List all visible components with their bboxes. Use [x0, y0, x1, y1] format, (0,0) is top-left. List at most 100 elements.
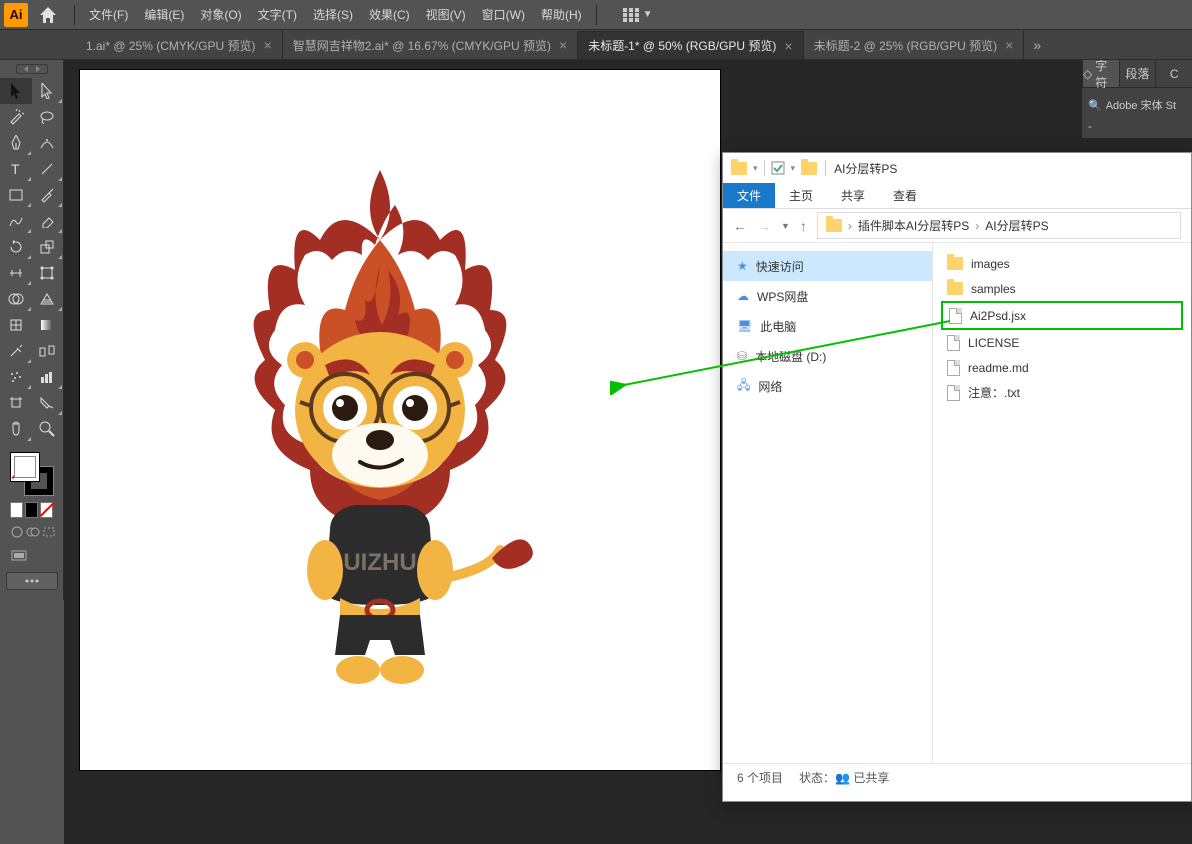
file-item-folder[interactable]: samples: [933, 276, 1191, 301]
panel-tab-character[interactable]: ◇字符: [1082, 60, 1119, 87]
sidebar-wps[interactable]: ☁WPS网盘: [723, 281, 932, 311]
panel-grip[interactable]: [16, 64, 48, 74]
curvature-tool[interactable]: [32, 130, 64, 156]
sidebar-quick-access[interactable]: ★快速访问: [723, 251, 932, 281]
close-icon[interactable]: ×: [559, 37, 567, 53]
selection-tool[interactable]: [0, 78, 32, 104]
scale-tool[interactable]: [32, 234, 64, 260]
perspective-grid-tool[interactable]: [32, 286, 64, 312]
gradient-tool[interactable]: [32, 312, 64, 338]
fill-swatch[interactable]: [10, 452, 40, 482]
menu-view[interactable]: 视图(V): [418, 2, 474, 27]
artboard[interactable]: UIZHU: [80, 70, 720, 770]
file-item[interactable]: LICENSE: [933, 330, 1191, 355]
column-graph-tool[interactable]: [32, 364, 64, 390]
close-icon[interactable]: ×: [1005, 37, 1013, 53]
explorer-file-list: images samples Ai2Psd.jsx LICENSE readme…: [933, 243, 1191, 763]
slice-tool[interactable]: [32, 390, 64, 416]
sidebar-network[interactable]: 🖧网络: [723, 371, 932, 401]
draw-behind-icon[interactable]: [26, 524, 40, 540]
main-menu: 文件(F) 编辑(E) 对象(O) 文字(T) 选择(S) 效果(C) 视图(V…: [81, 2, 590, 27]
panel-tab-c[interactable]: C: [1155, 60, 1192, 87]
menu-help[interactable]: 帮助(H): [533, 2, 590, 27]
shaper-tool[interactable]: [0, 208, 32, 234]
menu-edit[interactable]: 编辑(E): [136, 2, 192, 27]
rectangle-tool[interactable]: [0, 182, 32, 208]
close-icon[interactable]: ×: [784, 38, 792, 54]
eraser-tool[interactable]: [32, 208, 64, 234]
file-icon: [949, 308, 962, 324]
magic-wand-tool[interactable]: [0, 104, 32, 130]
width-tool[interactable]: [0, 260, 32, 286]
ribbon-view[interactable]: 查看: [879, 183, 931, 208]
workspace-selector[interactable]: ▼: [623, 8, 653, 22]
menu-effect[interactable]: 效果(C): [361, 2, 418, 27]
explorer-titlebar[interactable]: ▾ ▾ AI分层转PS: [723, 153, 1191, 183]
sidebar-this-pc[interactable]: 🖥此电脑: [723, 311, 932, 341]
nav-back[interactable]: ←: [733, 218, 747, 234]
shape-builder-tool[interactable]: [0, 286, 32, 312]
swatch-white[interactable]: [10, 502, 23, 518]
symbol-sprayer-tool[interactable]: [0, 364, 32, 390]
type-tool[interactable]: T: [0, 156, 32, 182]
tab-doc3[interactable]: 未标题-1* @ 50% (RGB/GPU 预览)×: [578, 31, 803, 59]
eyedropper-tool[interactable]: [0, 338, 32, 364]
swatch-none[interactable]: [40, 502, 53, 518]
free-transform-tool[interactable]: [32, 260, 64, 286]
ribbon-home[interactable]: 主页: [775, 183, 827, 208]
file-icon: [947, 360, 960, 376]
nav-forward[interactable]: →: [757, 218, 771, 234]
ribbon-share[interactable]: 共享: [827, 183, 879, 208]
nav-recent[interactable]: ▼: [781, 221, 790, 231]
document-tabs: 1.ai* @ 25% (CMYK/GPU 预览)× 智慧网吉祥物2.ai* @…: [0, 30, 1192, 60]
file-item[interactable]: 注意：.txt: [933, 380, 1191, 405]
nav-up[interactable]: ↑: [800, 218, 807, 234]
divider: [74, 5, 75, 25]
edit-toolbar-button[interactable]: [6, 572, 58, 590]
character-panel: 🔍Adobe 宋体 St -: [1082, 88, 1192, 138]
svg-text:T: T: [11, 162, 20, 176]
tab-doc4[interactable]: 未标题-2 @ 25% (RGB/GPU 预览)×: [804, 31, 1025, 59]
font-style-field[interactable]: -: [1088, 121, 1092, 133]
file-item[interactable]: readme.md: [933, 355, 1191, 380]
mesh-tool[interactable]: [0, 312, 32, 338]
explorer-title: AI分层转PS: [834, 160, 897, 177]
draw-normal-icon[interactable]: [10, 524, 24, 540]
pen-tool[interactable]: [0, 130, 32, 156]
star-icon: ★: [737, 259, 748, 273]
swatch-black[interactable]: [25, 502, 38, 518]
menu-window[interactable]: 窗口(W): [474, 2, 533, 27]
zoom-tool[interactable]: [32, 416, 64, 442]
tabs-overflow[interactable]: »: [1024, 31, 1050, 59]
people-icon: 👥: [835, 771, 850, 785]
menu-object[interactable]: 对象(O): [192, 2, 249, 27]
panel-tab-paragraph[interactable]: 段落: [1119, 60, 1156, 87]
menu-file[interactable]: 文件(F): [81, 2, 136, 27]
menu-type[interactable]: 文字(T): [250, 2, 305, 27]
menu-select[interactable]: 选择(S): [305, 2, 361, 27]
file-item-folder[interactable]: images: [933, 251, 1191, 276]
ai-logo: Ai: [4, 3, 28, 27]
home-icon[interactable]: [36, 3, 60, 27]
draw-inside-icon[interactable]: [42, 524, 56, 540]
lasso-tool[interactable]: [32, 104, 64, 130]
rotate-tool[interactable]: [0, 234, 32, 260]
artboard-tool[interactable]: [0, 390, 32, 416]
address-bar[interactable]: › 插件脚本AI分层转PS › AI分层转PS: [817, 212, 1181, 239]
sidebar-disk-d[interactable]: ⛁本地磁盘 (D:): [723, 341, 932, 371]
file-item-jsx[interactable]: Ai2Psd.jsx: [949, 303, 1175, 328]
right-panel-tabs: ◇字符 段落 C: [1082, 60, 1192, 88]
ribbon-file[interactable]: 文件: [723, 183, 775, 208]
close-icon[interactable]: ×: [264, 37, 272, 53]
font-family-field[interactable]: Adobe 宋体 St: [1106, 97, 1176, 113]
disk-icon: ⛁: [737, 349, 747, 363]
hand-tool[interactable]: [0, 416, 32, 442]
paintbrush-tool[interactable]: [32, 182, 64, 208]
line-tool[interactable]: [32, 156, 64, 182]
tab-doc1[interactable]: 1.ai* @ 25% (CMYK/GPU 预览)×: [76, 31, 283, 59]
blend-tool[interactable]: [32, 338, 64, 364]
pc-icon: 🖥: [737, 319, 752, 333]
tab-doc2[interactable]: 智慧网吉祥物2.ai* @ 16.67% (CMYK/GPU 预览)×: [283, 31, 578, 59]
direct-selection-tool[interactable]: [32, 78, 64, 104]
screen-mode-icon[interactable]: [10, 548, 28, 564]
